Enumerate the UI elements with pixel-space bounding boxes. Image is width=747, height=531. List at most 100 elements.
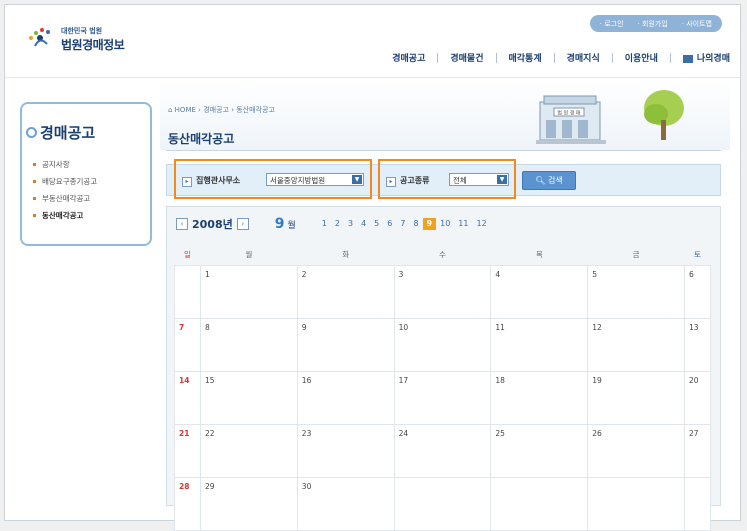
title-divider: [166, 150, 721, 151]
sidebar-item-dividend-notice[interactable]: 배당요구종기공고: [32, 173, 97, 190]
sidebar-item-movable-sale[interactable]: 동산매각공고: [32, 207, 97, 224]
calendar-grid: 일 월 화 수 목 금 토 1 2 3 4 5 6 7 8 9 10 11 12…: [174, 243, 711, 531]
nav-guide[interactable]: 이용안내: [625, 51, 658, 64]
sidebar-title: 경매공고: [25, 124, 96, 142]
nav-auction-knowledge[interactable]: 경매지식: [567, 51, 600, 64]
weekday-wed: 수: [394, 243, 491, 266]
day-cell[interactable]: 3: [393, 265, 492, 319]
day-cell-empty: [684, 477, 711, 531]
day-cell[interactable]: 10: [393, 318, 492, 372]
month-link[interactable]: 4: [357, 218, 370, 230]
office-label: 집행관사무소: [182, 175, 240, 187]
day-cell[interactable]: 2: [296, 265, 395, 319]
nav-divider: [611, 52, 613, 63]
day-cell[interactable]: 12: [587, 318, 685, 372]
day-cell[interactable]: 28: [174, 477, 201, 531]
nav-my-auction-label: 나의경매: [696, 54, 730, 64]
day-cell[interactable]: 18: [490, 371, 589, 425]
month-link[interactable]: 12: [472, 218, 490, 230]
day-cell[interactable]: 11: [490, 318, 589, 372]
day-cell[interactable]: 30: [296, 477, 395, 531]
login-link[interactable]: 로그인: [600, 19, 623, 29]
day-cell-empty: [490, 477, 589, 531]
week-row: 7 8 9 10 11 12 13: [174, 318, 711, 372]
day-cell[interactable]: 15: [200, 371, 298, 425]
day-cell[interactable]: 5: [587, 265, 685, 319]
day-cell[interactable]: [174, 265, 201, 319]
nav-my-auction[interactable]: 나의경매: [682, 51, 730, 64]
weekday-mon: 월: [200, 243, 298, 266]
day-cell[interactable]: 27: [684, 424, 711, 478]
nav-sale-stats[interactable]: 매각통계: [509, 51, 542, 64]
day-cell[interactable]: 25: [490, 424, 589, 478]
utility-links: 로그인 회원가입 사이트맵: [589, 15, 722, 32]
calendar-year: 2008년: [192, 218, 233, 231]
day-cell[interactable]: 29: [200, 477, 298, 531]
day-cell[interactable]: 22: [200, 424, 298, 478]
notice-type-select[interactable]: 전체 ▼: [449, 173, 509, 186]
sidebar-item-realestate-sale[interactable]: 부동산매각공고: [32, 190, 97, 207]
weekday-header: 일 월 화 수 목 금 토: [174, 243, 711, 266]
day-cell[interactable]: 26: [587, 424, 685, 478]
day-cell[interactable]: 19: [587, 371, 685, 425]
month-link[interactable]: 6: [383, 218, 396, 230]
day-cell[interactable]: 4: [490, 265, 589, 319]
prev-year-button[interactable]: ‹: [176, 218, 188, 230]
nav-divider: [437, 52, 439, 63]
calendar-nav: ‹ 2008년 › 9월 1 2 3 4 5 6 7 8 9 10 11 12: [176, 216, 491, 232]
breadcrumb-auction-notice[interactable]: 경매공고: [203, 106, 229, 114]
day-cell[interactable]: 16: [296, 371, 395, 425]
nav-auction-notice[interactable]: 경매공고: [392, 51, 425, 64]
search-button-label: 검색: [547, 176, 563, 185]
day-cell[interactable]: 6: [684, 265, 711, 319]
breadcrumb-home[interactable]: HOME: [168, 106, 196, 114]
next-year-button[interactable]: ›: [236, 218, 249, 230]
week-row: 1 2 3 4 5 6: [174, 265, 711, 319]
calendar-month: 9: [274, 216, 285, 232]
sitemap-link[interactable]: 사이트맵: [682, 19, 712, 29]
search-button[interactable]: 🔍︎ 검색: [522, 171, 576, 190]
month-link[interactable]: 3: [344, 218, 357, 230]
signup-link[interactable]: 회원가입: [638, 19, 668, 29]
sidebar-item-notice[interactable]: 공지사항: [32, 156, 97, 173]
main-nav: 경매공고 경매물건 매각통계 경매지식 이용안내 나의경매: [392, 51, 730, 64]
day-cell[interactable]: 24: [393, 424, 492, 478]
day-cell[interactable]: 14: [174, 371, 201, 425]
search-icon: 🔍︎: [535, 176, 548, 185]
page-title: 동산매각공고: [168, 132, 235, 146]
office-select-value: 서울중앙지방법원: [270, 176, 326, 185]
month-link[interactable]: 5: [370, 218, 383, 230]
day-cell-empty: [587, 477, 685, 531]
day-cell[interactable]: 7: [174, 318, 201, 372]
sidebar-menu: 공지사항 배당요구종기공고 부동산매각공고 동산매각공고: [32, 156, 97, 224]
month-link[interactable]: 1: [318, 218, 331, 230]
day-cell[interactable]: 9: [296, 318, 395, 372]
month-link[interactable]: 11: [454, 218, 472, 230]
day-cell[interactable]: 8: [200, 318, 298, 372]
logo-dots-icon: [29, 28, 50, 47]
weekday-thu: 목: [490, 243, 588, 266]
month-link[interactable]: 8: [409, 218, 422, 230]
month-link[interactable]: 10: [436, 218, 454, 230]
day-cell[interactable]: 23: [296, 424, 395, 478]
weekday-sun: 일: [174, 243, 201, 266]
day-cell[interactable]: 1: [200, 265, 298, 319]
weekday-fri: 금: [587, 243, 685, 266]
nav-divider: [669, 52, 671, 63]
day-cell[interactable]: 20: [684, 371, 711, 425]
month-link[interactable]: 7: [396, 218, 409, 230]
month-link[interactable]: 2: [331, 218, 344, 230]
notice-type-label: 공고종류: [386, 175, 429, 187]
month-selector: 1 2 3 4 5 6 7 8 9 10 11 12: [318, 218, 491, 230]
day-cell[interactable]: 21: [174, 424, 201, 478]
court-building-icon: 법 원 경 매: [536, 95, 606, 144]
day-cell[interactable]: 13: [684, 318, 711, 372]
header-divider: [5, 77, 740, 78]
week-row: 14 15 16 17 18 19 20: [174, 371, 711, 425]
day-cell-empty: [393, 477, 492, 531]
month-link-current[interactable]: 9: [422, 218, 437, 230]
office-select[interactable]: 서울중앙지방법원 ▼: [266, 173, 364, 186]
nav-auction-items[interactable]: 경매물건: [450, 51, 483, 64]
day-cell[interactable]: 17: [393, 371, 492, 425]
chevron-down-icon: ▼: [497, 175, 507, 184]
